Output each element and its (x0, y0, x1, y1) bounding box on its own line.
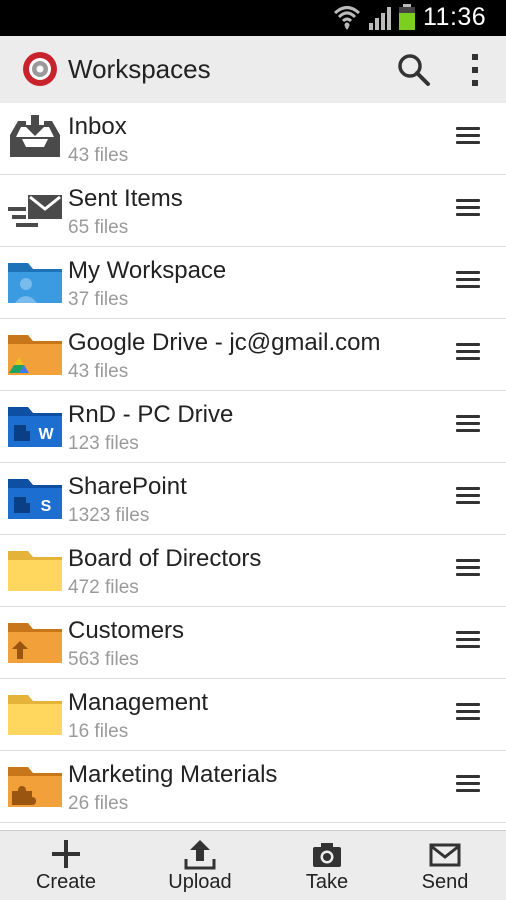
list-item[interactable]: Sent Items 65 files (0, 175, 506, 247)
inbox-tray-icon (10, 115, 60, 157)
list-item[interactable]: Marketing Materials 26 files (0, 751, 506, 823)
status-time: 11:36 (423, 3, 487, 31)
drag-handle-icon[interactable] (456, 631, 480, 651)
status-bar: 11:36 (0, 0, 506, 36)
action-bar: Workspaces (0, 36, 506, 103)
list-item[interactable]: My Workspace 37 files (0, 247, 506, 319)
svg-text:W: W (38, 426, 54, 443)
list-item[interactable]: Customers 563 files (0, 607, 506, 679)
search-icon[interactable] (395, 51, 433, 89)
workspace-name: RnD - PC Drive (68, 401, 234, 428)
workspace-name: Board of Directors (68, 545, 262, 572)
workspace-file-count: 43 files (68, 145, 129, 166)
workspace-name: Sent Items (68, 185, 183, 212)
send-label: Send (421, 871, 469, 893)
workspace-file-count: 43 files (68, 361, 129, 382)
upload-button[interactable]: Upload (145, 831, 255, 900)
create-label: Create (35, 871, 97, 893)
workspace-name: Management (68, 689, 209, 716)
folder-icon (8, 551, 62, 591)
bottom-action-bar: Create Upload Take Send (0, 830, 506, 900)
sent-envelope-icon (8, 195, 62, 227)
drag-handle-icon[interactable] (456, 415, 480, 435)
workspace-name: Inbox (68, 113, 127, 140)
battery-icon (399, 4, 415, 30)
take-label: Take (305, 871, 349, 893)
user-folder-icon (8, 263, 62, 303)
sharepoint-folder-icon: S (8, 479, 62, 519)
workspace-file-count: 123 files (68, 433, 139, 454)
app-logo-icon (23, 52, 57, 86)
take-photo-button[interactable]: Take (272, 831, 382, 900)
list-item[interactable]: W RnD - PC Drive 123 files (0, 391, 506, 463)
drag-handle-icon[interactable] (456, 199, 480, 219)
plus-icon (52, 840, 80, 868)
drag-handle-icon[interactable] (456, 343, 480, 363)
drag-handle-icon[interactable] (456, 703, 480, 723)
puzzle-folder-icon (8, 767, 62, 807)
folder-icon (8, 695, 62, 735)
list-item[interactable]: Management 16 files (0, 679, 506, 751)
workspace-list: Inbox 43 files Sent Items 65 files My Wo… (0, 103, 506, 830)
workspace-name: Google Drive - jc@gmail.com (68, 329, 381, 356)
create-button[interactable]: Create (11, 831, 121, 900)
list-item[interactable]: Inbox 43 files (0, 103, 506, 175)
camera-icon (313, 843, 341, 867)
workspace-file-count: 563 files (68, 649, 139, 670)
upload-folder-icon (8, 623, 62, 663)
workspace-file-count: 37 files (68, 289, 129, 310)
workspace-name: Marketing Materials (68, 761, 278, 788)
workspace-name: SharePoint (68, 473, 187, 500)
workspace-name: My Workspace (68, 257, 227, 284)
page-title: Workspaces (68, 54, 211, 84)
send-button[interactable]: Send (390, 831, 500, 900)
upload-icon (184, 840, 216, 870)
overflow-menu-icon[interactable] (462, 50, 488, 90)
signal-icon (369, 7, 391, 30)
workspace-file-count: 472 files (68, 577, 139, 598)
drag-handle-icon[interactable] (456, 775, 480, 795)
workspace-name: Customers (68, 617, 185, 644)
drag-handle-icon[interactable] (456, 487, 480, 507)
workspace-file-count: 26 files (68, 793, 129, 814)
drag-handle-icon[interactable] (456, 559, 480, 579)
list-item[interactable]: S SharePoint 1323 files (0, 463, 506, 535)
workspace-file-count: 1323 files (68, 505, 150, 526)
upload-label: Upload (168, 871, 232, 893)
workspace-file-count: 16 files (68, 721, 129, 742)
drag-handle-icon[interactable] (456, 127, 480, 147)
envelope-icon (429, 843, 461, 867)
word-folder-icon: W (8, 407, 62, 447)
workspace-file-count: 65 files (68, 217, 129, 238)
svg-text:S: S (41, 498, 52, 515)
drag-handle-icon[interactable] (456, 271, 480, 291)
list-item[interactable]: Board of Directors 472 files (0, 535, 506, 607)
wifi-icon (333, 6, 361, 30)
list-item[interactable]: Google Drive - jc@gmail.com 43 files (0, 319, 506, 391)
google-drive-folder-icon (8, 335, 62, 375)
